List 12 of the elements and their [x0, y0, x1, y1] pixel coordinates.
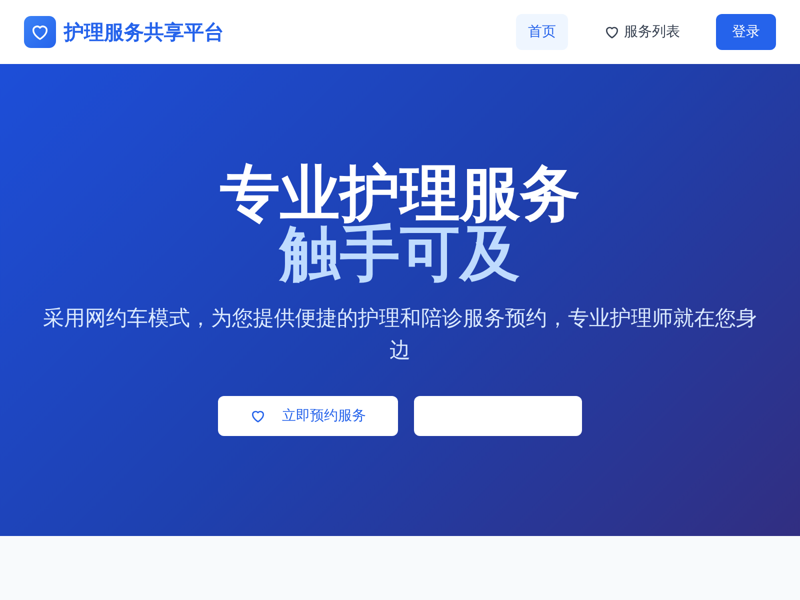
nav-link[interactable]: 服务列表	[592, 14, 692, 50]
brand-title: 护理服务共享平台	[64, 18, 224, 46]
login-button[interactable]: 登录	[716, 14, 776, 50]
heart-icon	[604, 24, 620, 40]
blank-button[interactable]	[414, 396, 582, 436]
hero-description: 采用网约车模式，为您提供便捷的护理和陪诊服务预约，专业护理师就在您身边	[42, 305, 758, 364]
nav-link[interactable]: 首页	[516, 14, 568, 50]
logo-icon	[24, 16, 56, 48]
hero-subtitle: 触手可及	[280, 224, 520, 284]
hero-title: 专业护理服务	[220, 164, 580, 224]
heart-icon	[250, 408, 266, 424]
book-service-button[interactable]: 立即预约服务	[218, 396, 398, 436]
